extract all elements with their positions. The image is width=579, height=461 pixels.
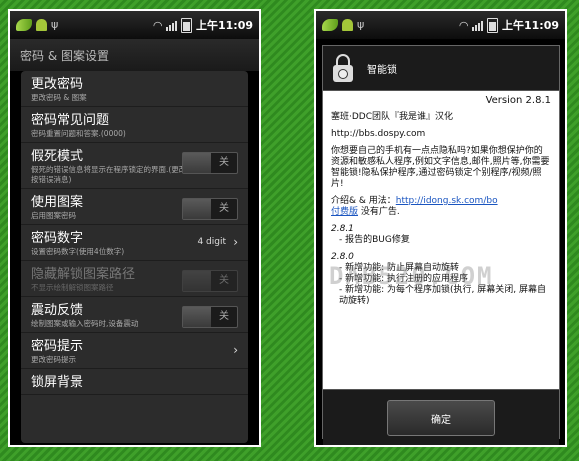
setting-lock-background[interactable]: 锁屏背景: [21, 369, 248, 395]
setting-fake-death-mode[interactable]: 假死模式 假死的错误信息将显示在程序锁定的界面.(更改授权查看时长按错误消息) …: [21, 143, 248, 189]
battery-icon: [486, 17, 498, 33]
setting-hide-pattern-path[interactable]: 隐藏解锁图案路径 不显示绘制解锁图案路径 关: [21, 261, 248, 297]
toggle-label: 关: [219, 203, 229, 214]
setting-title: 锁屏背景: [31, 375, 84, 390]
paid-version-link[interactable]: 付费版: [331, 207, 358, 217]
android-icon: [36, 19, 47, 31]
wifi-icon: ◠: [459, 18, 468, 32]
app-notification-icon: [322, 19, 338, 31]
dialog-header: 智能锁: [323, 46, 559, 91]
setting-title: 密码常见问题: [31, 113, 110, 128]
status-bar: ψ ◠ 上午11:09: [316, 11, 565, 39]
changelog-header-280: 2.8.0: [331, 252, 354, 262]
setting-vibration-feedback[interactable]: 震动反馈 绘制图案或输入密码时,设备震动 关: [21, 297, 248, 333]
paid-text: 没有广告.: [360, 207, 400, 217]
dialog-footer: 确定: [323, 389, 559, 445]
changelog-item: - 新增功能: 为每个程序加锁(执行, 屏幕关闭, 屏幕自动旋转): [339, 285, 546, 306]
hide-path-toggle[interactable]: 关: [182, 270, 238, 292]
credit-text: 塞班·DDC团队『我是谁』汉化: [331, 112, 454, 122]
setting-use-pattern[interactable]: 使用图案 启用图案密码 关: [21, 189, 248, 225]
signal-icon: [165, 20, 177, 31]
setting-subtitle: 更改密码 & 图案: [31, 93, 87, 102]
vibration-toggle[interactable]: 关: [182, 306, 238, 328]
intro-text: 你想要自己的手机有一点点隐私吗?如果你想保护你的资源和敏感私人程序,例如文字信息…: [331, 146, 550, 189]
toggle-label: 关: [219, 311, 229, 322]
fake-death-toggle[interactable]: 关: [182, 152, 238, 174]
digit-value: 4 digit: [197, 237, 226, 247]
setting-title: 更改密码: [31, 77, 84, 92]
chevron-right-icon: ›: [233, 343, 238, 357]
signal-icon: [471, 20, 483, 31]
android-icon: [342, 19, 353, 31]
toggle-label: 关: [219, 275, 229, 286]
about-dialog: 智能锁 Version 2.8.1 塞班·DDC团队『我是谁』汉化 http:/…: [322, 45, 560, 445]
version-text: Version 2.8.1: [485, 95, 551, 106]
changelog-item: - 新增功能: 防止屏幕自动旋转: [339, 263, 460, 273]
usb-icon: ψ: [51, 18, 59, 31]
changelog-header-281: 2.8.1: [331, 224, 354, 234]
changelog-item: - 报告的BUG修复: [339, 235, 410, 245]
lock-icon: [333, 54, 353, 82]
intro-link-line: 介绍& & 用法：http://idong.sk.com/bo: [331, 196, 551, 207]
setting-password-digits[interactable]: 密码数字 设置密码数字(使用4位数字) 4 digit ›: [21, 225, 248, 261]
setting-password-faq[interactable]: 密码常见问题 密码重置问题和答案.(0000): [21, 107, 248, 143]
setting-subtitle: 密码重置问题和答案.(0000): [31, 129, 126, 138]
dialog-title: 智能锁: [367, 64, 397, 76]
app-notification-icon: [16, 19, 32, 31]
ok-button[interactable]: 确定: [387, 400, 495, 436]
wifi-icon: ◠: [153, 18, 162, 32]
setting-subtitle: 更改密码提示: [31, 355, 76, 364]
intro-link[interactable]: http://idong.sk.com/bo: [396, 196, 498, 206]
setting-subtitle: 设置密码数字(使用4位数字): [31, 247, 125, 256]
toggle-label: 关: [219, 157, 229, 168]
use-pattern-toggle[interactable]: 关: [182, 198, 238, 220]
forum-url: http://bbs.dospy.com: [331, 129, 426, 139]
chevron-right-icon: ›: [233, 235, 238, 249]
phone-screen-about: ψ ◠ 上午11:09 智能锁 Version 2.8.1 塞班·DDC团队『我…: [314, 9, 567, 447]
setting-title: 密码提示: [31, 339, 84, 354]
status-bar: ψ ◠ 上午11:09: [10, 11, 259, 39]
clock: 上午11:09: [195, 19, 253, 32]
page-title: 密码 & 图案设置: [10, 39, 259, 71]
phone-screen-settings: ψ ◠ 上午11:09 密码 & 图案设置 更改密码 更改密码 & 图案 密码常…: [8, 9, 261, 447]
settings-list: 更改密码 更改密码 & 图案 密码常见问题 密码重置问题和答案.(0000) 假…: [21, 71, 248, 443]
changelog-item: - 新增功能: 执行注册的应用程序: [339, 274, 469, 284]
clock: 上午11:09: [501, 19, 559, 32]
setting-change-password[interactable]: 更改密码 更改密码 & 图案: [21, 71, 248, 107]
intro-link-prefix: 介绍& & 用法：: [331, 196, 396, 206]
setting-password-hint[interactable]: 密码提示 更改密码提示 ›: [21, 333, 248, 369]
dialog-body: Version 2.8.1 塞班·DDC团队『我是谁』汉化 http://bbs…: [323, 91, 559, 389]
usb-icon: ψ: [357, 18, 365, 31]
battery-icon: [180, 17, 192, 33]
paid-line: 付费版 没有广告.: [331, 207, 551, 218]
